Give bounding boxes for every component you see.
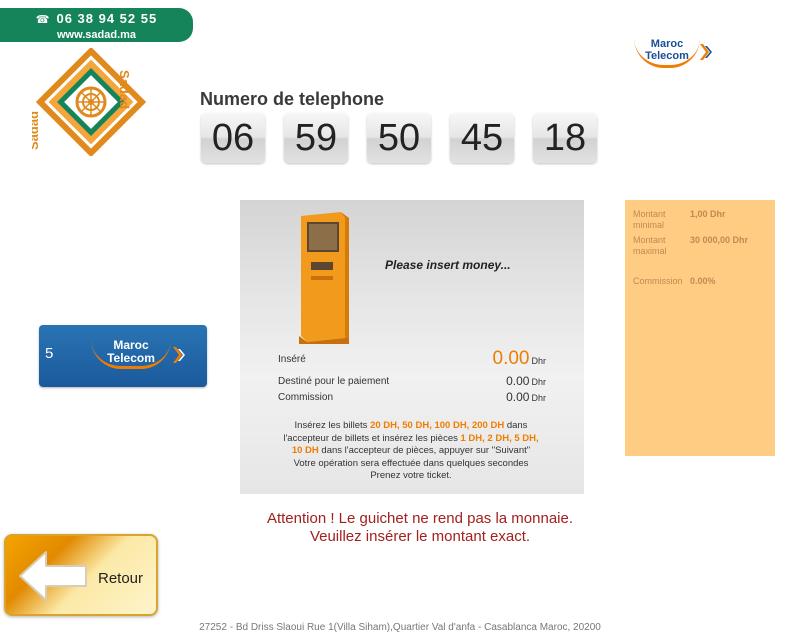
footer-address: 27252 - Bd Driss Slaoui Rue 1(Villa Siha… (199, 622, 601, 633)
sadad-logo-text-left: Sadad (32, 111, 41, 150)
logo-chevron-icon (700, 44, 712, 60)
phone-digit-group-1: 06 (201, 113, 265, 163)
phone-digit-group-4: 45 (450, 113, 514, 163)
logo-line-2: Telecom (645, 50, 689, 62)
contact-website: www.sadad.ma (56, 29, 137, 41)
recharge-amount: 5 (45, 345, 54, 362)
kiosk-machine-icon (299, 212, 349, 344)
commission-amount: 0.00 Dhr (506, 390, 546, 404)
max-amount-label: Montant maximal (633, 235, 667, 256)
commission-label: Commission (278, 392, 334, 403)
destined-label: Destiné pour le paiement (278, 376, 390, 387)
min-amount-value: 1,00 Dhr (690, 209, 726, 219)
no-change-notice: Attention ! Le guichet ne rend pas la mo… (266, 510, 574, 545)
insert-money-prompt: Please insert money... (385, 258, 511, 272)
phone-digit-group-3: 50 (367, 113, 431, 163)
maroc-telecom-logo: Maroc Telecom (630, 36, 716, 70)
back-button-label: Retour (98, 570, 144, 587)
phone-digit-group-2: 59 (284, 113, 348, 163)
destined-amount: 0.00 Dhr (506, 374, 546, 388)
max-amount-value: 30 000,00 Dhr (690, 235, 749, 245)
phone-digit-group-5: 18 (533, 113, 597, 163)
payment-instructions: Insérez les billets 20 DH, 50 DH, 100 DH… (283, 420, 539, 481)
back-arrow-icon (19, 551, 87, 601)
logo-line-1: Maroc (650, 38, 684, 50)
inserted-label: Inséré (278, 354, 306, 365)
min-amount-label: Montant minimal (633, 209, 666, 230)
operator-recharge-card[interactable]: 5 Maroc Telecom (39, 325, 207, 387)
maroc-telecom-card-logo: Maroc Telecom (91, 339, 171, 369)
sadad-logo-text: Sadad (117, 70, 132, 109)
telephone-icon: ☎ (35, 14, 51, 26)
limits-panel: Montant minimal 1,00 Dhr Montant maximal… (625, 200, 775, 456)
sadad-logo: Sadad Sadad (32, 48, 147, 156)
back-button[interactable]: Retour (4, 534, 158, 616)
accepted-notes: 20 DH, 50 DH, 100 DH, 200 DH (370, 420, 505, 431)
payment-panel: Please insert money... Inséré 0.00 Dhr De… (240, 200, 584, 494)
inserted-amount: 0.00 Dhr (492, 348, 547, 369)
contact-banner: ☎ 06 38 94 52 55 www.sadad.ma (0, 8, 193, 42)
card-chevron-icon (173, 347, 185, 363)
contact-phone: 06 38 94 52 55 (56, 11, 158, 26)
limits-commission-value: 0.00% (690, 276, 716, 286)
phone-number-label: Numero de telephone (200, 89, 385, 109)
limits-commission-label: Commission (633, 276, 683, 286)
